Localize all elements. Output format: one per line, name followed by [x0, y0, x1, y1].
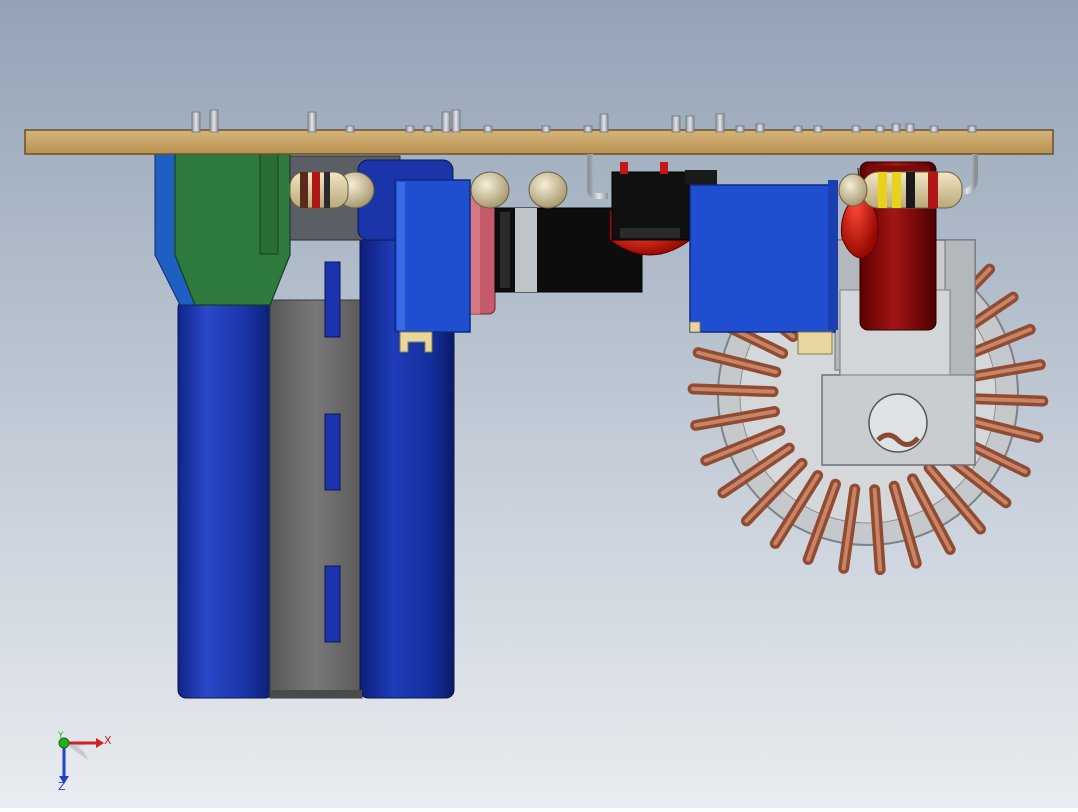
pcb-pin — [405, 125, 415, 133]
cad-scene: X Y Z — [0, 0, 1078, 808]
pcb-pin — [209, 109, 219, 133]
pcb-pin — [483, 125, 493, 133]
pcb-pin — [451, 109, 461, 133]
pcb-pin — [685, 115, 695, 133]
pcb-pin — [875, 125, 885, 133]
pcb-pin — [441, 111, 451, 133]
pcb-pin — [345, 125, 355, 133]
pcb-pin — [541, 125, 551, 133]
resistor-left[interactable] — [289, 171, 349, 209]
relay-blue[interactable] — [689, 180, 838, 355]
pcb-pin — [307, 111, 317, 133]
pcb-pin — [735, 125, 745, 133]
pcb-pin — [891, 123, 901, 133]
winding-highlight — [691, 386, 776, 394]
resistor-right[interactable] — [838, 171, 963, 209]
pcb-pin — [423, 125, 433, 133]
trimmer-potentiometer-left[interactable] — [394, 179, 471, 353]
y-axis-label: Y — [57, 731, 64, 741]
pcb-pin — [851, 125, 861, 133]
pcb-pin — [905, 123, 915, 133]
pcb-pin — [967, 125, 977, 133]
pcb-pin — [191, 111, 201, 133]
terminal-block-green[interactable] — [154, 149, 291, 306]
pcb-pin — [929, 125, 939, 133]
pcb-board[interactable] — [24, 129, 1054, 155]
pcb-pin — [793, 125, 803, 133]
pcb-pin — [715, 113, 725, 133]
cad-viewport[interactable]: X Y Z — [0, 0, 1078, 808]
pcb-pin — [671, 115, 681, 133]
z-axis-label: Z — [58, 780, 66, 793]
x-axis-label: X — [104, 734, 112, 747]
pcb-pin — [599, 113, 609, 133]
pcb-pin — [583, 125, 593, 133]
pcb-pin — [755, 123, 765, 133]
capacitor-polarity-stripe — [269, 299, 363, 699]
pcb-pin — [813, 125, 823, 133]
